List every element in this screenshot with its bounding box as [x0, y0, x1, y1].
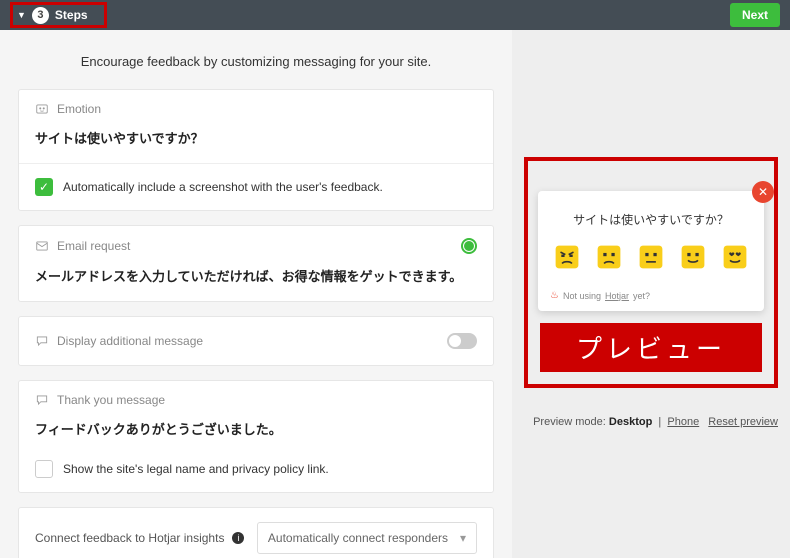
connect-card: Connect feedback to Hotjar insights i Au… — [18, 507, 494, 558]
widget-question: サイトは使いやすいですか？ — [550, 211, 752, 228]
thankyou-title: Thank you message — [57, 393, 165, 407]
emoji-angry[interactable] — [554, 244, 580, 270]
email-card: Email request メールアドレスを入力していただければ、お得な情報をゲ… — [18, 225, 494, 302]
preview-mode-row: Preview mode: Desktop | Phone Reset prev… — [524, 416, 778, 428]
intro-text: Encourage feedback by customizing messag… — [18, 54, 494, 69]
additional-toggle[interactable] — [447, 333, 477, 349]
emotion-card: Emotion サイトは使いやすいですか？ ✓ Automatically in… — [18, 89, 494, 211]
info-icon[interactable]: i — [232, 532, 244, 544]
emoji-love[interactable] — [722, 244, 748, 270]
thankyou-card: Thank you message フィードバックありがとうございました。 Sh… — [18, 380, 494, 493]
additional-title: Display additional message — [57, 334, 203, 348]
emotion-icon — [35, 102, 49, 116]
flame-icon: ♨ — [550, 290, 559, 301]
topbar: ▼ 3 Steps Next — [0, 0, 790, 30]
message-icon — [35, 334, 49, 348]
reset-preview[interactable]: Reset preview — [708, 416, 778, 428]
additional-card: Display additional message — [18, 316, 494, 366]
email-title: Email request — [57, 239, 130, 253]
form-panel: Encourage feedback by customizing messag… — [0, 30, 512, 558]
preview-label: プレビュー — [540, 323, 762, 372]
email-body[interactable]: メールアドレスを入力していただければ、お得な情報をゲットできます。 — [19, 262, 493, 301]
legal-checkbox-label: Show the site's legal name and privacy p… — [63, 462, 329, 476]
emotion-title: Emotion — [57, 102, 101, 116]
preview-mode-phone[interactable]: Phone — [667, 416, 699, 428]
step-number: 3 — [32, 7, 49, 24]
message-icon — [35, 393, 49, 407]
screenshot-checkbox-label: Automatically include a screenshot with … — [63, 180, 383, 194]
feedback-widget: ✕ サイトは使いやすいですか？ ♨ Not using Hotjar yet? — [538, 191, 764, 311]
steps-header[interactable]: ▼ 3 Steps — [10, 2, 107, 28]
emotion-question[interactable]: サイトは使いやすいですか？ — [19, 124, 493, 163]
check-icon: ✓ — [35, 178, 53, 196]
close-icon[interactable]: ✕ — [752, 181, 774, 203]
step-label: Steps — [55, 8, 88, 22]
connect-select[interactable]: Automatically connect responders — [257, 522, 477, 554]
next-button[interactable]: Next — [730, 3, 780, 27]
screenshot-checkbox-row[interactable]: ✓ Automatically include a screenshot wit… — [19, 163, 493, 210]
emoji-sad[interactable] — [596, 244, 622, 270]
emoji-neutral[interactable] — [638, 244, 664, 270]
hotjar-link[interactable]: Hotjar — [605, 291, 629, 301]
chevron-down-icon: ▼ — [17, 10, 26, 20]
checkbox-icon — [35, 460, 53, 478]
preview-frame: ✕ サイトは使いやすいですか？ ♨ Not using Hotjar yet? … — [524, 157, 778, 388]
emoji-happy[interactable] — [680, 244, 706, 270]
preview-panel: ✕ サイトは使いやすいですか？ ♨ Not using Hotjar yet? … — [512, 30, 790, 558]
email-toggle[interactable] — [461, 238, 477, 254]
connect-label: Connect feedback to Hotjar insights — [35, 531, 224, 545]
emoji-row — [550, 244, 752, 270]
mail-icon — [35, 239, 49, 253]
legal-checkbox-row[interactable]: Show the site's legal name and privacy p… — [19, 454, 493, 492]
widget-footer: ♨ Not using Hotjar yet? — [550, 290, 752, 301]
thankyou-body[interactable]: フィードバックありがとうございました。 — [19, 415, 493, 454]
preview-mode-desktop[interactable]: Desktop — [609, 416, 652, 428]
